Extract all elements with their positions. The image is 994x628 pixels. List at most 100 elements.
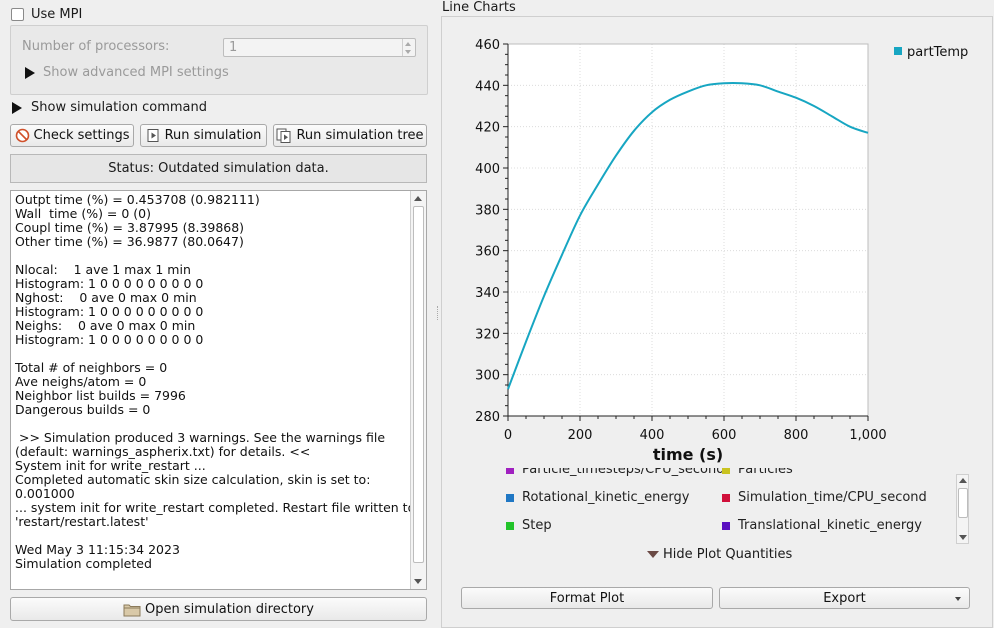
expand-arrow-icon[interactable] — [12, 102, 22, 114]
export-button[interactable]: Export — [719, 587, 970, 609]
y-tick-label: 400 — [475, 162, 500, 177]
format-plot-label: Format Plot — [549, 590, 625, 606]
quantity-color-swatch — [722, 468, 730, 474]
log-line: Ave neighs/atom = 0 — [15, 374, 147, 389]
legend-swatch — [894, 47, 902, 55]
quantities-scrollbar[interactable] — [956, 474, 969, 544]
scroll-up-icon[interactable] — [414, 196, 422, 201]
scrollbar-thumb[interactable] — [413, 206, 424, 563]
run-simulation-button[interactable]: Run simulation — [140, 124, 267, 147]
log-line: Nlocal: 1 ave 1 max 1 min — [15, 262, 191, 277]
quantity-label: Particle_timesteps/CPU_second — [522, 468, 725, 477]
log-line: Neighs: 0 ave 0 max 0 min — [15, 318, 196, 333]
log-lines: Outpt time (%) = 0.453708 (0.982111) Wall… — [15, 193, 415, 571]
plot-quantity-item[interactable]: Translational_kinetic_energy — [722, 518, 922, 533]
chart-legend: partTemp — [894, 45, 968, 60]
log-line: >> Simulation produced 3 warnings. See t… — [15, 430, 386, 445]
quantity-label: Particles — [738, 468, 793, 477]
plot-quantity-item[interactable]: Particle_timesteps/CPU_second — [506, 468, 724, 477]
format-plot-button[interactable]: Format Plot — [461, 587, 713, 609]
num-processors-spinbox[interactable]: 1 — [223, 38, 416, 57]
scroll-down-icon[interactable] — [959, 535, 967, 540]
collapse-arrow-icon[interactable] — [647, 551, 659, 558]
y-tick-label: 340 — [475, 286, 500, 301]
legend-label: partTemp — [907, 45, 968, 60]
show-simulation-command-toggle[interactable]: Show simulation command — [31, 100, 207, 115]
log-line: (default: warnings_aspherix.txt) for det… — [15, 444, 311, 459]
open-simulation-directory-label: Open simulation directory — [145, 601, 314, 617]
x-tick-label: 600 — [712, 428, 737, 443]
export-label: Export — [823, 590, 866, 606]
x-tick-label: 200 — [568, 428, 593, 443]
log-line: Wall time (%) = 0 (0) — [15, 206, 152, 221]
check-settings-button[interactable]: Check settings — [10, 124, 134, 147]
x-axis-label: time (s) — [653, 445, 723, 464]
log-line: 'restart/restart.latest' — [15, 514, 149, 529]
run-simulation-tree-icon — [276, 128, 291, 143]
log-line: Histogram: 1 0 0 0 0 0 0 0 0 0 — [15, 276, 204, 291]
line-chart[interactable]: 280 300 320 340 360 380 400 420 440 460 0 200 400 600… — [442, 30, 992, 470]
plot-quantity-item[interactable]: Rotational_kinetic_energy — [506, 490, 689, 505]
quantity-label: Translational_kinetic_energy — [738, 518, 922, 533]
run-simulation-tree-label: Run simulation tree — [296, 128, 424, 143]
log-line: Coupl time (%) = 3.87995 (8.39868) — [15, 220, 245, 235]
log-line: Completed automatic skin size calculatio… — [15, 472, 371, 487]
quantity-color-swatch — [506, 493, 514, 502]
log-line: System init for write_restart ... — [15, 458, 206, 473]
status-box: Status: Outdated simulation data. — [10, 154, 427, 183]
log-line: Histogram: 1 0 0 0 0 0 0 0 0 0 — [15, 304, 204, 319]
log-line: Dangerous builds = 0 — [15, 402, 151, 417]
y-tick-label: 300 — [475, 369, 500, 384]
spin-down-icon[interactable] — [405, 50, 411, 54]
spinbox-buttons[interactable] — [402, 39, 415, 56]
spin-up-icon[interactable] — [405, 42, 411, 46]
expand-arrow-icon[interactable] — [25, 67, 35, 79]
log-line: Wed May 3 11:15:34 2023 — [15, 542, 180, 557]
log-line: Other time (%) = 36.9877 (80.0647) — [15, 234, 244, 249]
num-processors-value: 1 — [229, 40, 238, 55]
y-tick-label: 380 — [475, 203, 500, 218]
plot-quantity-item[interactable]: Particles — [722, 468, 793, 477]
quantity-label: Step — [522, 518, 552, 533]
log-line: ... system init for write_restart comple… — [15, 500, 416, 515]
scroll-down-icon[interactable] — [414, 579, 422, 584]
plot-quantity-item[interactable]: Simulation_time/CPU_second — [722, 490, 927, 505]
use-mpi-checkbox[interactable] — [11, 8, 24, 21]
hide-plot-quantities-toggle[interactable]: Hide Plot Quantities — [663, 547, 792, 562]
num-processors-label: Number of processors: — [22, 39, 170, 54]
quantity-color-swatch — [506, 521, 514, 530]
y-tick-label: 360 — [475, 245, 500, 260]
run-simulation-tree-button[interactable]: Run simulation tree — [273, 124, 427, 147]
panel-title: Line Charts — [442, 0, 516, 15]
quantity-label: Simulation_time/CPU_second — [738, 490, 927, 505]
splitter-handle[interactable] — [437, 306, 440, 320]
open-simulation-directory-button[interactable]: Open simulation directory — [10, 597, 427, 621]
y-tick-label: 320 — [475, 327, 500, 342]
quantity-color-swatch — [506, 468, 514, 474]
status-text: Status: Outdated simulation data. — [108, 161, 329, 176]
advanced-mpi-settings-toggle[interactable]: Show advanced MPI settings — [43, 65, 229, 80]
run-simulation-icon — [147, 129, 159, 142]
log-scrollbar[interactable] — [410, 191, 426, 589]
run-simulation-label: Run simulation — [164, 128, 262, 143]
log-line: Histogram: 1 0 0 0 0 0 0 0 0 0 — [15, 332, 204, 347]
check-settings-icon — [15, 128, 29, 143]
x-tick-label: 0 — [504, 428, 512, 443]
plot-quantities-list[interactable]: Particle_timesteps/CPU_second Particles Ro… — [500, 468, 955, 546]
scroll-up-icon[interactable] — [959, 478, 967, 483]
plot-quantity-item[interactable]: Step — [506, 518, 552, 533]
log-line: Simulation completed — [15, 556, 152, 571]
log-line: Total # of neighbors = 0 — [15, 360, 168, 375]
mpi-settings-group: Number of processors: 1 Show advanced MP… — [10, 25, 428, 95]
log-line: Nghost: 0 ave 0 max 0 min — [15, 290, 197, 305]
quantity-color-swatch — [722, 493, 730, 502]
folder-icon — [123, 604, 141, 616]
dropdown-arrow-icon — [955, 597, 961, 601]
y-tick-label: 420 — [475, 121, 500, 136]
scrollbar-thumb[interactable] — [958, 488, 968, 518]
quantity-color-swatch — [722, 521, 730, 530]
log-line: Outpt time (%) = 0.453708 (0.982111) — [15, 192, 260, 207]
simulation-log[interactable]: Outpt time (%) = 0.453708 (0.982111) Wall… — [10, 190, 427, 590]
log-line: 0.001000 — [15, 486, 75, 501]
